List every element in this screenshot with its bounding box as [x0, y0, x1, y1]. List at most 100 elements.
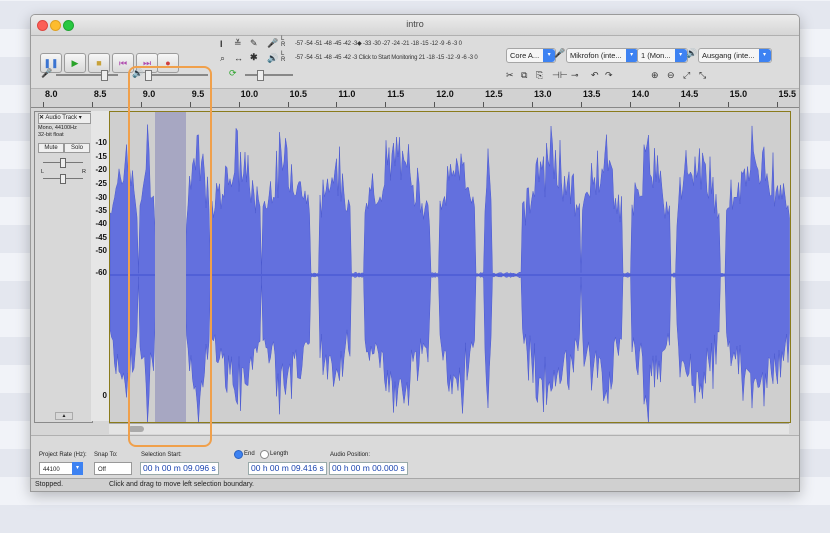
status-hint: Click and drag to move left selection bo…: [109, 481, 255, 488]
selection-tool-icon[interactable]: I: [220, 39, 223, 49]
pan-handle[interactable]: [60, 174, 66, 184]
waveform: [110, 124, 790, 422]
track-name-menu[interactable]: ✕ Audio Track ▾: [38, 113, 91, 124]
selection-end-time[interactable]: 00 h 00 m 09.416 s: [248, 462, 327, 475]
ruler-tick-mark: [483, 102, 485, 107]
title-bar: intro: [31, 15, 799, 36]
collapse-track-button[interactable]: ▲: [55, 412, 73, 420]
input-channels-select[interactable]: 1 (Mon... ▾: [637, 48, 688, 63]
project-rate-label: Project Rate (Hz):: [39, 452, 87, 458]
ruler-tick-label: 10.0: [240, 89, 259, 99]
selection-start-time[interactable]: 00 h 00 m 09.096 s: [140, 462, 219, 475]
mute-button[interactable]: Mute: [38, 143, 64, 153]
output-speaker-icon: 🔊: [686, 48, 698, 58]
microphone-icon: 🎤: [267, 38, 279, 48]
record-meter-channels: LR: [281, 36, 286, 48]
project-rate-dropdown-icon[interactable]: ▾: [72, 462, 83, 475]
draw-tool-icon[interactable]: ✎: [250, 38, 258, 49]
audio-position-label: Audio Position:: [330, 452, 371, 458]
status-bar: Stopped. Click and drag to move left sel…: [31, 478, 799, 491]
redo-icon[interactable]: ↷: [605, 70, 613, 81]
db-scale: 0 -10 -15 -20 -25 -30 -35 -40 -45 -50 -60: [91, 111, 110, 421]
gain-handle[interactable]: [60, 158, 66, 168]
undo-icon[interactable]: ↶: [591, 70, 599, 81]
length-radio-label: Length: [270, 451, 289, 457]
ruler-tick-label: 12.5: [485, 89, 503, 99]
copy-icon[interactable]: ⧉: [521, 70, 527, 81]
ruler-tick-mark: [727, 102, 729, 107]
ruler-tick-mark: [776, 102, 778, 107]
trim-icon[interactable]: ⊣⊢: [552, 70, 568, 81]
length-radio[interactable]: [260, 450, 269, 459]
record-meter[interactable]: -57 -54 -51 -48 -45 -42 -3◆ -33 -30 -27 …: [295, 40, 462, 50]
highlight-annotation: [128, 66, 212, 447]
ruler-tick-label: 12.0: [436, 89, 454, 99]
db-scale-label: -35: [95, 206, 107, 215]
ruler-tick-label: 8.5: [93, 89, 107, 99]
db-scale-label: -50: [95, 246, 107, 255]
play-meter-channels: LR: [281, 51, 286, 63]
audio-position-time[interactable]: 00 h 00 m 00.000 s: [329, 462, 408, 475]
db-scale-label: -60: [95, 268, 107, 277]
cut-icon[interactable]: ✂: [506, 70, 514, 81]
audio-host-select[interactable]: Core A... ▾: [506, 48, 557, 63]
track-control-panel: ✕ Audio Track ▾ Mono, 44100Hz 32-bit flo…: [34, 111, 93, 423]
db-scale-label: 0: [102, 391, 107, 400]
ruler-tick-mark: [238, 102, 240, 107]
db-scale-label: -40: [95, 219, 107, 228]
ruler-tick-mark: [629, 102, 631, 107]
record-volume-handle[interactable]: [101, 70, 108, 81]
ruler-tick-mark: [580, 102, 582, 107]
ruler-tick-label: 8.0: [45, 89, 58, 99]
ruler-tick-label: 14.5: [680, 89, 699, 99]
db-scale-label: -10: [95, 138, 107, 147]
ruler-tick-label: 13.0: [534, 89, 552, 99]
ruler-tick-label: 11.5: [387, 89, 405, 99]
zoom-in-icon[interactable]: ⊕: [651, 70, 659, 81]
play-meter[interactable]: -57 -54 -51 -48 -45 -42 -3 Click to Star…: [295, 55, 478, 65]
output-device-select[interactable]: Ausgang (inte... ▾: [698, 48, 772, 63]
db-scale-label: -25: [95, 179, 107, 188]
pan-left-label: L: [41, 169, 45, 175]
play-speed-handle[interactable]: [257, 70, 264, 81]
record-volume-icon: 🎤: [41, 68, 53, 78]
zoom-out-icon[interactable]: ⊖: [667, 70, 675, 81]
envelope-tool-icon[interactable]: ≚: [234, 38, 242, 49]
paste-icon[interactable]: ⎘: [536, 70, 543, 81]
track-close-icon[interactable]: ✕: [39, 115, 44, 121]
db-scale-label: -45: [95, 233, 107, 242]
ruler-tick-label: 15.5: [778, 89, 797, 99]
fit-project-icon[interactable]: ⤡: [699, 70, 706, 81]
timeshift-tool-icon[interactable]: ↔: [234, 53, 243, 63]
status-state: Stopped.: [35, 481, 64, 488]
silence-icon[interactable]: ⊸: [571, 70, 579, 81]
db-scale-label: -15: [95, 152, 107, 161]
ruler-tick-label: 13.5: [582, 89, 601, 99]
selection-start-label: Selection Start:: [141, 452, 182, 458]
zoom-tool-icon[interactable]: ⌕: [220, 53, 225, 64]
snap-to-select[interactable]: Off: [94, 462, 132, 475]
ruler-tick-mark: [385, 102, 387, 107]
ruler-tick-mark: [336, 102, 338, 107]
ruler-tick-mark: [91, 102, 93, 107]
multi-tool-icon[interactable]: ✱: [250, 52, 258, 63]
input-device-select[interactable]: Mikrofon (inte... ▾: [566, 48, 639, 63]
ruler-tick-mark: [287, 102, 289, 107]
solo-button[interactable]: Solo: [64, 143, 90, 153]
record-volume-slider[interactable]: [56, 74, 118, 76]
pan-right-label: R: [82, 169, 86, 175]
ruler-tick-label: 11.0: [338, 89, 356, 99]
ruler-tick-mark: [532, 102, 533, 107]
play-at-speed-icon[interactable]: ⟳: [229, 68, 237, 79]
ruler-tick-mark: [678, 102, 680, 107]
input-microphone-icon: 🎤: [554, 48, 566, 58]
ruler-tick-label: 15.0: [729, 89, 748, 99]
play-button[interactable]: ▶: [64, 53, 86, 73]
ruler-tick-mark: [43, 102, 44, 107]
ruler-tick-label: 14.0: [631, 89, 650, 99]
end-radio[interactable]: [234, 450, 243, 459]
db-scale-label: -30: [95, 193, 107, 202]
snap-to-label: Snap To:: [94, 452, 118, 458]
play-speed-slider[interactable]: [245, 74, 293, 76]
fit-selection-icon[interactable]: ⤢: [683, 70, 690, 81]
